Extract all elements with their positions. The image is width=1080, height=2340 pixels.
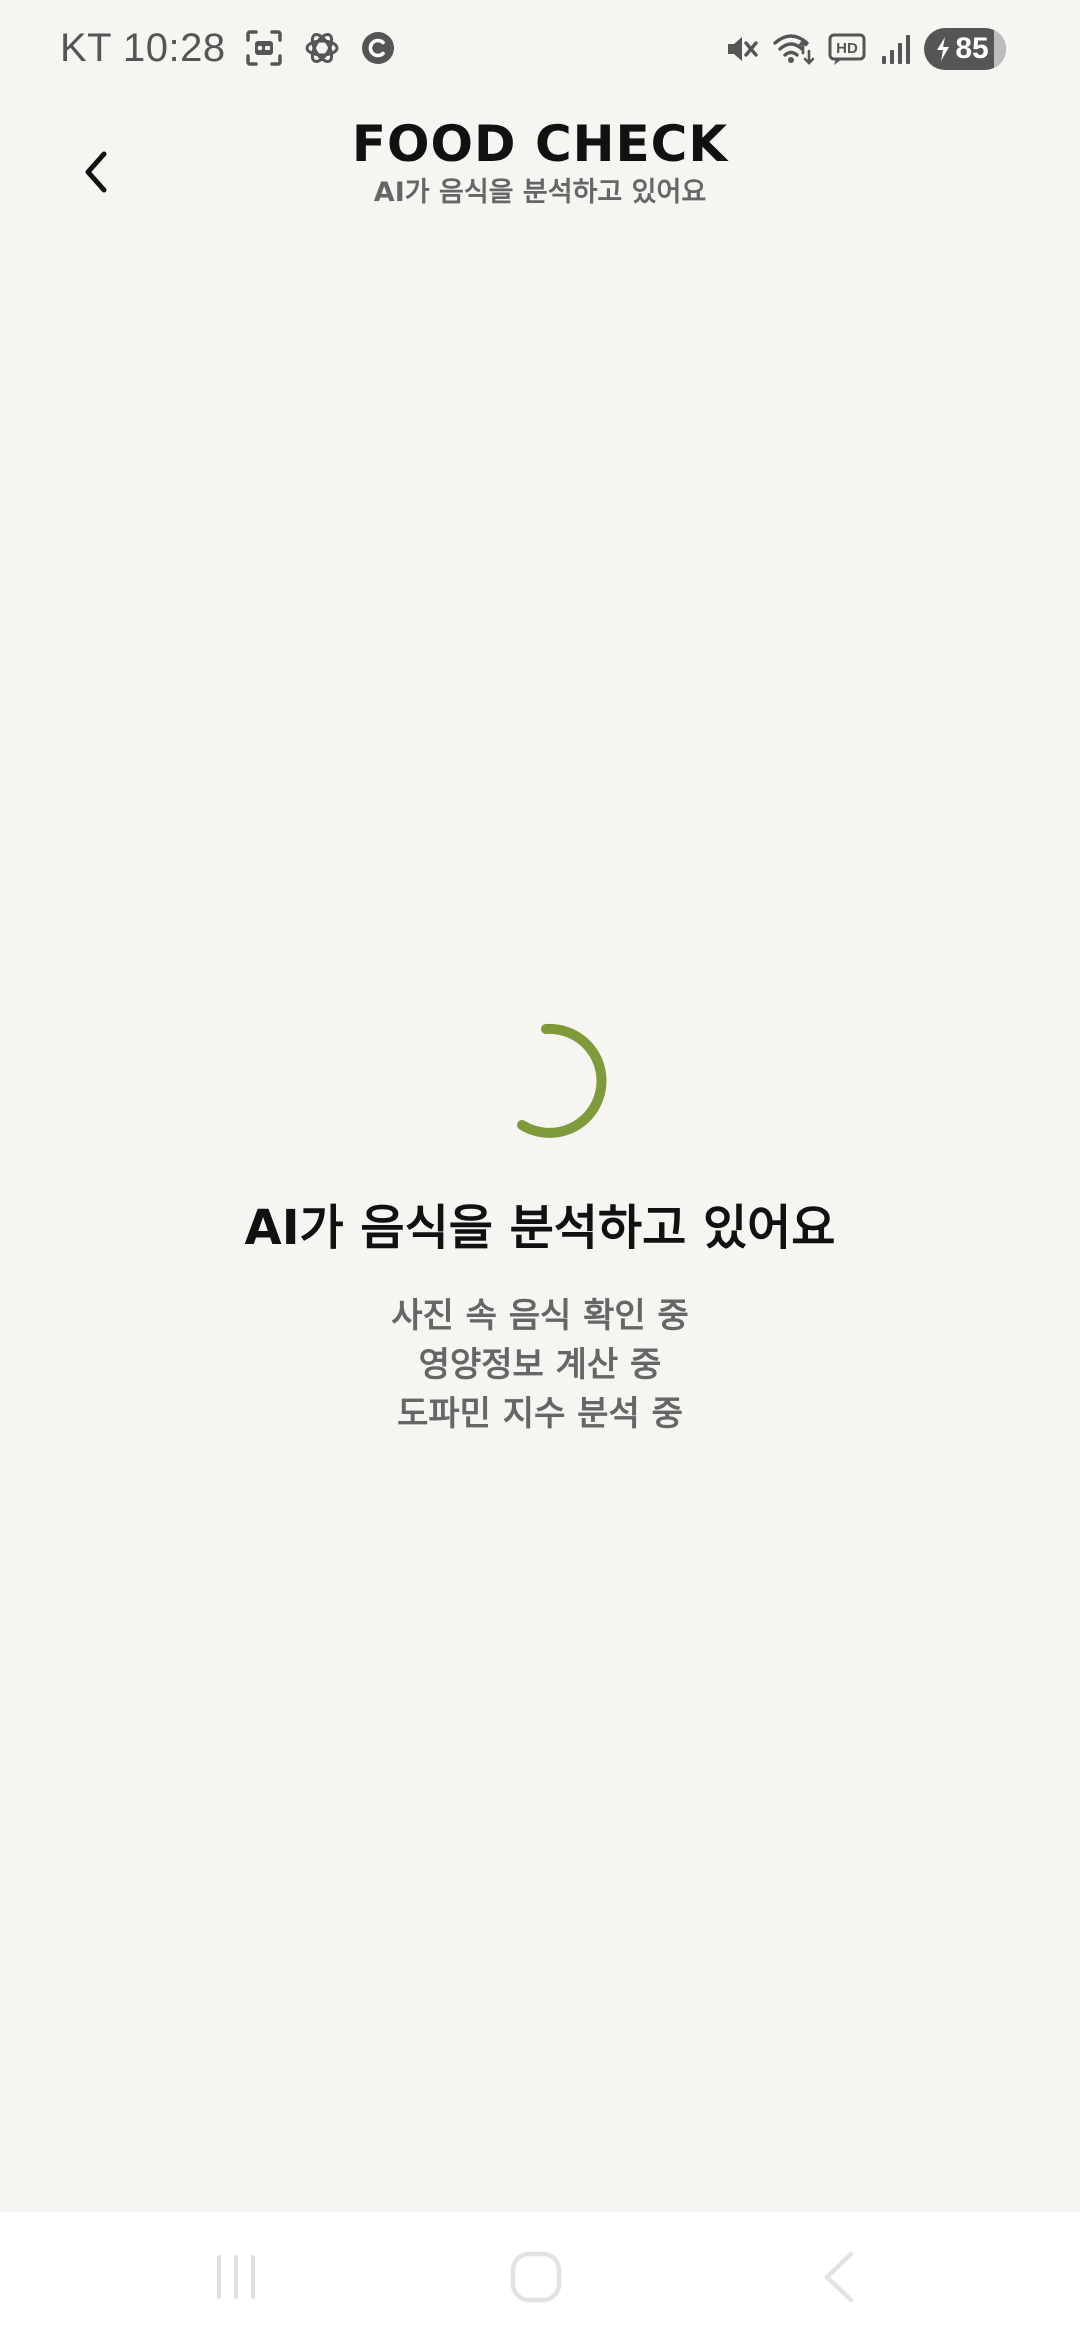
back-icon bbox=[824, 2251, 854, 2303]
scan-icon bbox=[244, 28, 284, 68]
loading-step: 도파민 지수 분석 중 bbox=[397, 1394, 683, 1434]
recents-button[interactable] bbox=[196, 2242, 276, 2312]
status-bar: KT 10:28 HD 85 bbox=[0, 0, 1080, 96]
system-nav-bar bbox=[0, 2212, 1080, 2340]
page-subtitle: AI가 음식을 분석하고 있어요 bbox=[373, 177, 707, 208]
c-badge-icon bbox=[360, 30, 396, 66]
status-time: KT 10:28 bbox=[60, 25, 226, 70]
status-right: HD 85 bbox=[724, 24, 1006, 74]
loading-step: 사진 속 음식 확인 중 bbox=[391, 1296, 689, 1336]
loading-title: AI가 음식을 분석하고 있어요 bbox=[244, 1200, 836, 1256]
openai-icon bbox=[302, 28, 342, 68]
header: FOOD CHECK AI가 음식을 분석하고 있어요 bbox=[0, 110, 1080, 220]
battery-icon: 85 bbox=[924, 28, 1006, 70]
mute-icon bbox=[724, 31, 760, 67]
battery-tip bbox=[994, 28, 1006, 70]
home-button[interactable] bbox=[496, 2242, 576, 2312]
status-left: KT 10:28 bbox=[60, 22, 396, 74]
signal-icon bbox=[880, 32, 912, 66]
wifi-icon bbox=[772, 31, 816, 67]
hd-icon: HD bbox=[828, 32, 868, 66]
page-title: FOOD CHECK bbox=[351, 115, 729, 173]
home-icon bbox=[510, 2251, 562, 2303]
recents-icon bbox=[217, 2255, 255, 2299]
loading-spinner bbox=[490, 1020, 610, 1140]
svg-text:HD: HD bbox=[836, 40, 858, 57]
nav-back-button[interactable] bbox=[800, 2242, 880, 2312]
loading-steps: 사진 속 음식 확인 중 영양정보 계산 중 도파민 지수 분석 중 bbox=[0, 1292, 1080, 1439]
battery-level: 85 bbox=[955, 32, 989, 65]
loading-step: 영양정보 계산 중 bbox=[418, 1345, 662, 1385]
